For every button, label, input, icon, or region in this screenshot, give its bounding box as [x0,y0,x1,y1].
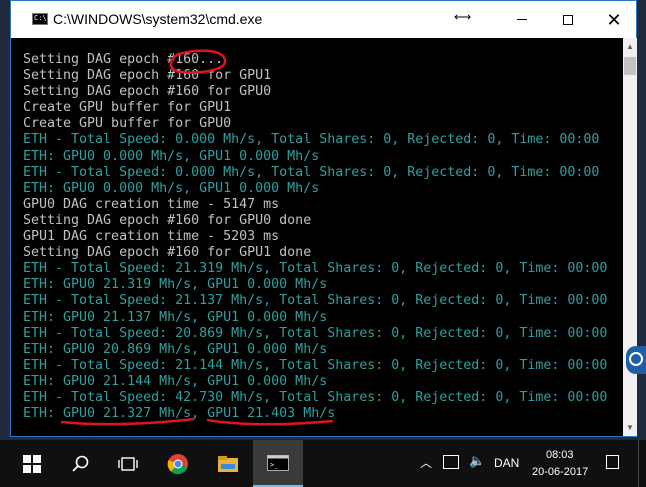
notification-icon[interactable] [606,455,619,469]
close-icon: ✕ [606,9,622,30]
network-icon[interactable] [443,455,459,469]
cmd-window-icon[interactable]: C:\ [32,13,48,25]
taskbar: >_ ︿ 🔈 DAN 08:03 20-06-2017 [0,440,646,487]
console-line: ETH - Total Speed: 21.137 Mh/s, Total Sh… [23,293,608,309]
console-line: GPU0 DAG creation time - 5147 ms [23,196,280,212]
console-line: ETH - Total Speed: 0.000 Mh/s, Total Sha… [23,132,600,148]
side-widget-icon[interactable] [626,346,646,374]
scroll-up-button[interactable]: ▲ [623,38,637,55]
vertical-scrollbar[interactable]: ▲ ▼ [623,38,637,436]
console-line: Create GPU buffer for GPU1 [23,100,232,116]
console-line: Setting DAG epoch #160 for GPU0 [23,84,272,100]
language-indicator[interactable]: DAN [494,456,519,470]
console-line: Setting DAG epoch #160 for GPU0 done [23,212,312,228]
search-icon [72,455,89,472]
console-line: ETH: GPU0 21.144 Mh/s, GPU1 0.000 Mh/s [23,373,328,389]
clock-date[interactable]: 20-06-2017 [532,466,588,478]
svg-text:>_: >_ [270,461,279,469]
file-explorer-icon [218,455,238,472]
clock-time[interactable]: 08:03 [546,449,574,461]
console-line: ETH - Total Speed: 0.000 Mh/s, Total Sha… [23,164,600,180]
console-line: ETH: GPU0 20.869 Mh/s, GPU1 0.000 Mh/s [23,341,328,357]
console-line: Create GPU buffer for GPU0 [23,116,232,132]
move-cursor-icon: ⟷ [454,10,472,24]
console-line: Setting DAG epoch #160 for GPU1 done [23,245,312,261]
console-output[interactable]: Setting DAG epoch #160... Setting DAG epo… [11,38,623,436]
volume-icon[interactable]: 🔈 [469,453,485,469]
console-line: Setting DAG epoch #160 for GPU1 [23,68,272,84]
console-line: ETH: GPU0 21.137 Mh/s, GPU1 0.000 Mh/s [23,309,328,325]
cmd-taskbar-icon: >_ [267,454,289,471]
windows-start-icon [23,454,41,473]
cmd-taskbar-button[interactable]: >_ [253,440,303,487]
console-line: ETH - Total Speed: 21.319 Mh/s, Total Sh… [23,261,608,277]
cmd-window: C:\ C:\WINDOWS\system32\cmd.exe ⟷ ✕ Sett… [10,0,637,437]
scroll-down-button[interactable]: ▼ [623,419,637,436]
tray-chevron-icon[interactable]: ︿ [420,454,432,471]
file-explorer-taskbar-button[interactable] [203,440,253,487]
minimize-icon [517,19,527,20]
console-line: ETH: GPU0 21.319 Mh/s, GPU1 0.000 Mh/s [23,277,328,293]
console-line: GPU1 DAG creation time - 5203 ms [23,229,280,245]
close-button[interactable]: ✕ [591,1,637,38]
console-lines: Setting DAG epoch #160... Setting DAG epo… [23,52,607,422]
window-title: C:\WINDOWS\system32\cmd.exe [53,11,263,27]
chrome-icon [167,453,188,474]
console-line: ETH - Total Speed: 21.144 Mh/s, Total Sh… [23,357,608,373]
console-line: Setting DAG epoch #160... [23,52,224,67]
task-view-icon [118,456,138,471]
console-line: ETH: GPU0 21.327 Mh/s, GPU1 21.403 Mh/s [23,406,336,422]
title-bar[interactable]: C:\ C:\WINDOWS\system32\cmd.exe ⟷ ✕ [11,1,636,38]
maximize-button[interactable] [545,1,591,38]
console-line: ETH - Total Speed: 20.869 Mh/s, Total Sh… [23,325,608,341]
console-line: ETH: GPU0 0.000 Mh/s, GPU1 0.000 Mh/s [23,180,320,196]
search-button[interactable] [55,440,107,487]
console-line: ETH - Total Speed: 42.730 Mh/s, Total Sh… [23,389,608,405]
console-line: ETH: GPU0 0.000 Mh/s, GPU1 0.000 Mh/s [23,148,320,164]
scroll-thumb[interactable] [624,57,636,75]
chrome-taskbar-button[interactable] [153,440,203,487]
show-desktop-button[interactable] [638,440,646,487]
maximize-icon [563,14,573,25]
task-view-button[interactable] [103,440,153,487]
minimize-button[interactable] [499,1,545,38]
